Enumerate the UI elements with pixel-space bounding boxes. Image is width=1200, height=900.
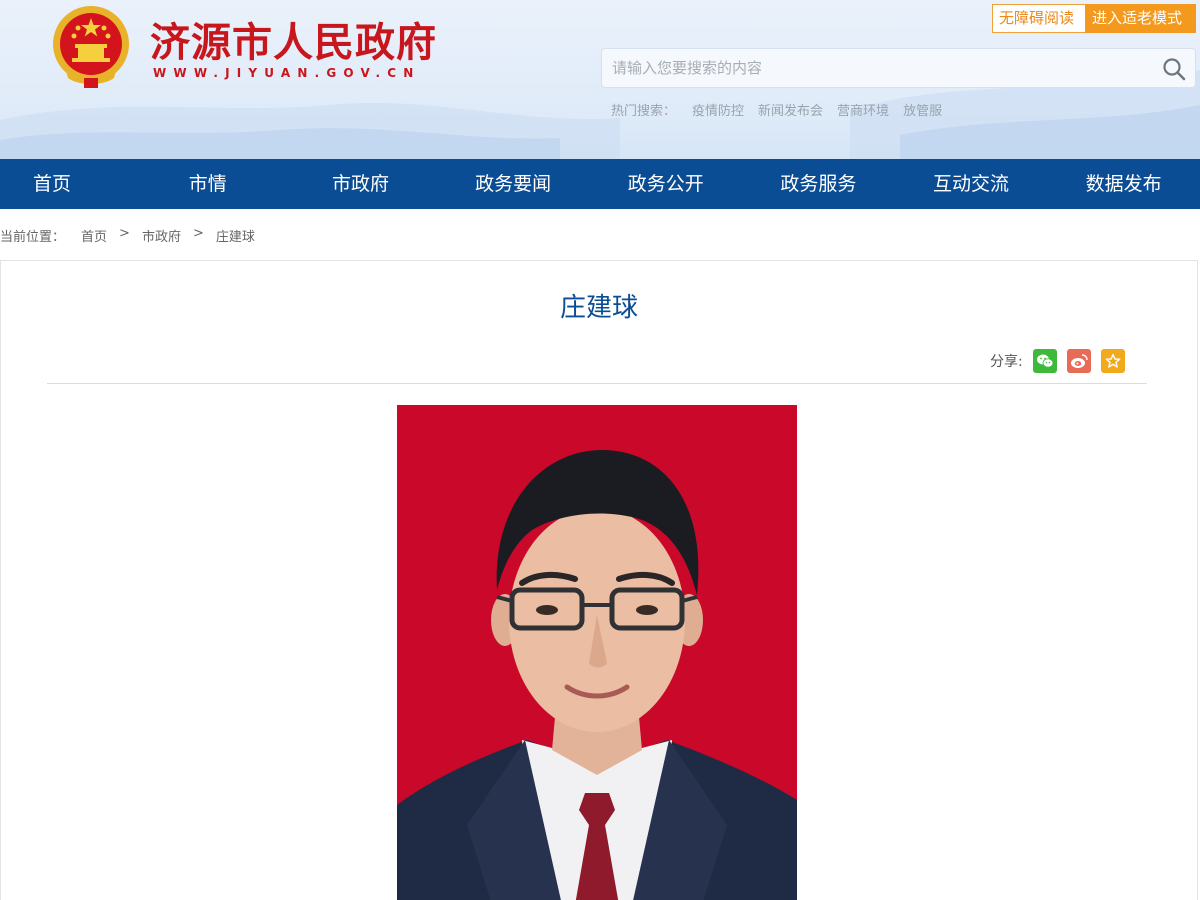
hot-search-label: 热门搜索：: [611, 104, 677, 119]
national-emblem-logo: [53, 6, 129, 88]
hot-search: 热门搜索： 疫情防控 新闻发布会 营商环境 放管服: [611, 100, 956, 119]
nav-item-home[interactable]: 首页: [0, 159, 131, 209]
favorite-icon[interactable]: [1100, 349, 1125, 373]
breadcrumb: 当前位置： 首页 > 市政府 > 庄建球: [0, 226, 255, 245]
weibo-icon[interactable]: [1066, 349, 1091, 373]
site-title: 济源市人民政府: [150, 19, 437, 66]
breadcrumb-link-city-government[interactable]: 市政府: [142, 226, 181, 245]
share-bar: 分享:: [990, 349, 1125, 373]
nav-item-city-info[interactable]: 市情: [131, 159, 284, 209]
breadcrumb-separator: >: [119, 226, 130, 241]
accessibility-reading-button[interactable]: 无障碍阅读: [992, 4, 1086, 33]
article-panel: 庄建球 分享:: [0, 260, 1198, 900]
hot-search-item[interactable]: 放管服: [903, 100, 942, 119]
elder-mode-button[interactable]: 进入适老模式: [1085, 4, 1196, 33]
site-url: WWW.JIYUAN.GOV.CN: [153, 66, 421, 80]
breadcrumb-current: 庄建球: [215, 230, 255, 245]
nav-item-data-release[interactable]: 数据发布: [1047, 159, 1200, 209]
nav-item-interaction[interactable]: 互动交流: [895, 159, 1048, 209]
hot-search-item[interactable]: 新闻发布会: [758, 100, 823, 119]
breadcrumb-separator: >: [192, 226, 204, 241]
breadcrumb-label: 当前位置：: [0, 230, 66, 245]
page-title: 庄建球: [559, 293, 638, 323]
search-icon[interactable]: [1161, 56, 1187, 82]
search-input[interactable]: [612, 49, 1152, 87]
hot-search-item[interactable]: 疫情防控: [692, 100, 744, 119]
official-portrait-photo: [397, 405, 797, 900]
nav-item-city-government[interactable]: 市政府: [284, 159, 437, 209]
wechat-icon[interactable]: [1032, 349, 1057, 373]
breadcrumb-link-home[interactable]: 首页: [81, 226, 107, 245]
site-header: 济源市人民政府 WWW.JIYUAN.GOV.CN 无障碍阅读 进入适老模式 热…: [0, 0, 1200, 159]
search-box: [601, 48, 1196, 88]
share-label: 分享:: [990, 354, 1023, 370]
nav-item-government-services[interactable]: 政务服务: [742, 159, 895, 209]
nav-item-government-news[interactable]: 政务要闻: [437, 159, 590, 209]
hot-search-item[interactable]: 营商环境: [837, 100, 889, 119]
nav-item-government-affairs-public[interactable]: 政务公开: [589, 159, 742, 209]
portrait-illustration: [397, 405, 797, 900]
main-nav: 首页 市情 市政府 政务要闻 政务公开 政务服务 互动交流 数据发布: [0, 159, 1200, 209]
title-divider: [47, 383, 1147, 384]
